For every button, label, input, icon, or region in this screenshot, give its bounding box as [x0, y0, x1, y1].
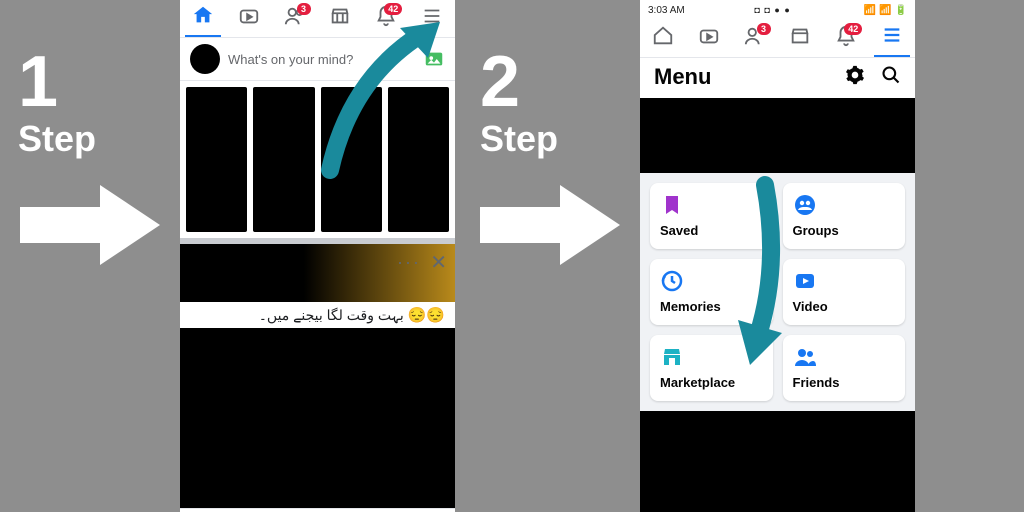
home-icon — [192, 4, 214, 31]
step-1-word: Step — [18, 118, 96, 160]
story-card[interactable] — [186, 87, 247, 232]
top-tab-bar: 3 42 — [180, 0, 455, 38]
menu-card-memories[interactable]: Memories — [650, 259, 773, 325]
story-card[interactable] — [253, 87, 314, 232]
store-icon — [660, 345, 684, 369]
photo-icon[interactable] — [423, 48, 445, 70]
play-icon — [793, 269, 817, 293]
profile-redacted[interactable] — [640, 98, 915, 173]
step-2-arrow — [480, 185, 620, 265]
groups-icon — [793, 193, 817, 217]
menu-card-label: Saved — [660, 223, 763, 238]
friends-card-icon — [793, 345, 817, 369]
status-left-icons: ◘ ◘ ● ● — [755, 5, 791, 15]
post-footer: and others comments — [180, 508, 455, 512]
menu-card-label: Memories — [660, 299, 763, 314]
marketplace-icon — [329, 5, 351, 32]
search-icon[interactable] — [881, 65, 901, 90]
menu-card-video[interactable]: Video — [783, 259, 906, 325]
stories-row — [180, 81, 455, 244]
video-icon — [698, 25, 720, 52]
settings-icon[interactable] — [845, 65, 865, 90]
compose-placeholder[interactable]: What's on your mind? — [228, 52, 415, 67]
tab-menu[interactable] — [874, 21, 910, 57]
step-2-word: Step — [480, 118, 558, 160]
friends-badge: 3 — [757, 23, 771, 35]
tab-watch[interactable] — [231, 1, 267, 37]
menu-card-label: Video — [793, 299, 896, 314]
post-media-redacted[interactable] — [180, 328, 455, 508]
menu-card-saved[interactable]: Saved — [650, 183, 773, 249]
home-icon — [652, 25, 674, 52]
avatar — [190, 44, 220, 74]
phone-screenshot-feed: 3 42 What's on your mind? ··· ✕ 😔😔 بہت و… — [180, 0, 455, 512]
clock-icon — [660, 269, 684, 293]
tab-notifications[interactable]: 42 — [368, 1, 404, 37]
menu-card-groups[interactable]: Groups — [783, 183, 906, 249]
phone-screenshot-menu: 3:03 AM ◘ ◘ ● ● 📶📶🔋 3 42 Menu — [640, 0, 915, 512]
tab-notifications[interactable]: 42 — [828, 21, 864, 57]
step-2-number: 2 — [480, 46, 558, 118]
story-card[interactable] — [321, 87, 382, 232]
status-right-icons: 📶📶🔋 — [861, 5, 907, 16]
hamburger-icon — [881, 24, 903, 51]
tab-marketplace[interactable] — [322, 1, 358, 37]
tab-home[interactable] — [645, 21, 681, 57]
compose-row[interactable]: What's on your mind? — [180, 38, 455, 81]
bookmark-icon — [660, 193, 684, 217]
step-1-label: 1 Step — [18, 46, 96, 160]
status-time: 3:03 AM — [648, 5, 685, 16]
post-text: 😔😔 بہت وقت لگا بیجنے میں۔ — [180, 302, 455, 328]
redacted-area — [640, 411, 915, 512]
notifications-badge: 42 — [384, 3, 402, 15]
tab-menu[interactable] — [414, 1, 450, 37]
top-tab-bar: 3 42 — [640, 20, 915, 58]
post-header-redacted: ··· ✕ — [180, 244, 455, 302]
post-more-button[interactable]: ··· — [397, 252, 421, 273]
step-2-label: 2 Step — [480, 46, 558, 160]
status-bar: 3:03 AM ◘ ◘ ● ● 📶📶🔋 — [640, 0, 915, 20]
step-1-arrow — [20, 185, 160, 265]
tab-marketplace[interactable] — [782, 21, 818, 57]
post-caption: بہت وقت لگا بیجنے میں۔ — [259, 307, 404, 323]
menu-card-label: Groups — [793, 223, 896, 238]
menu-card-friends[interactable]: Friends — [783, 335, 906, 401]
notifications-badge: 42 — [844, 23, 862, 35]
friends-badge: 3 — [297, 3, 311, 15]
menu-card-label: Marketplace — [660, 375, 763, 390]
menu-card-label: Friends — [793, 375, 896, 390]
tab-watch[interactable] — [691, 21, 727, 57]
step-1-number: 1 — [18, 46, 96, 118]
hamburger-icon — [421, 5, 443, 32]
story-card[interactable] — [388, 87, 449, 232]
menu-card-marketplace[interactable]: Marketplace — [650, 335, 773, 401]
tab-friends[interactable]: 3 — [737, 21, 773, 57]
menu-title: Menu — [654, 64, 711, 90]
marketplace-icon — [789, 25, 811, 52]
feed-post: ··· ✕ 😔😔 بہت وقت لگا بیجنے میں۔ and othe… — [180, 244, 455, 512]
tab-friends[interactable]: 3 — [277, 1, 313, 37]
video-icon — [238, 5, 260, 32]
menu-shortcuts-grid: Saved Groups Memories Video Marketplace … — [640, 173, 915, 411]
tab-home[interactable] — [185, 1, 221, 37]
post-close-button[interactable]: ✕ — [430, 250, 447, 275]
post-emoji: 😔😔 — [408, 307, 445, 324]
menu-header: Menu — [640, 58, 915, 98]
